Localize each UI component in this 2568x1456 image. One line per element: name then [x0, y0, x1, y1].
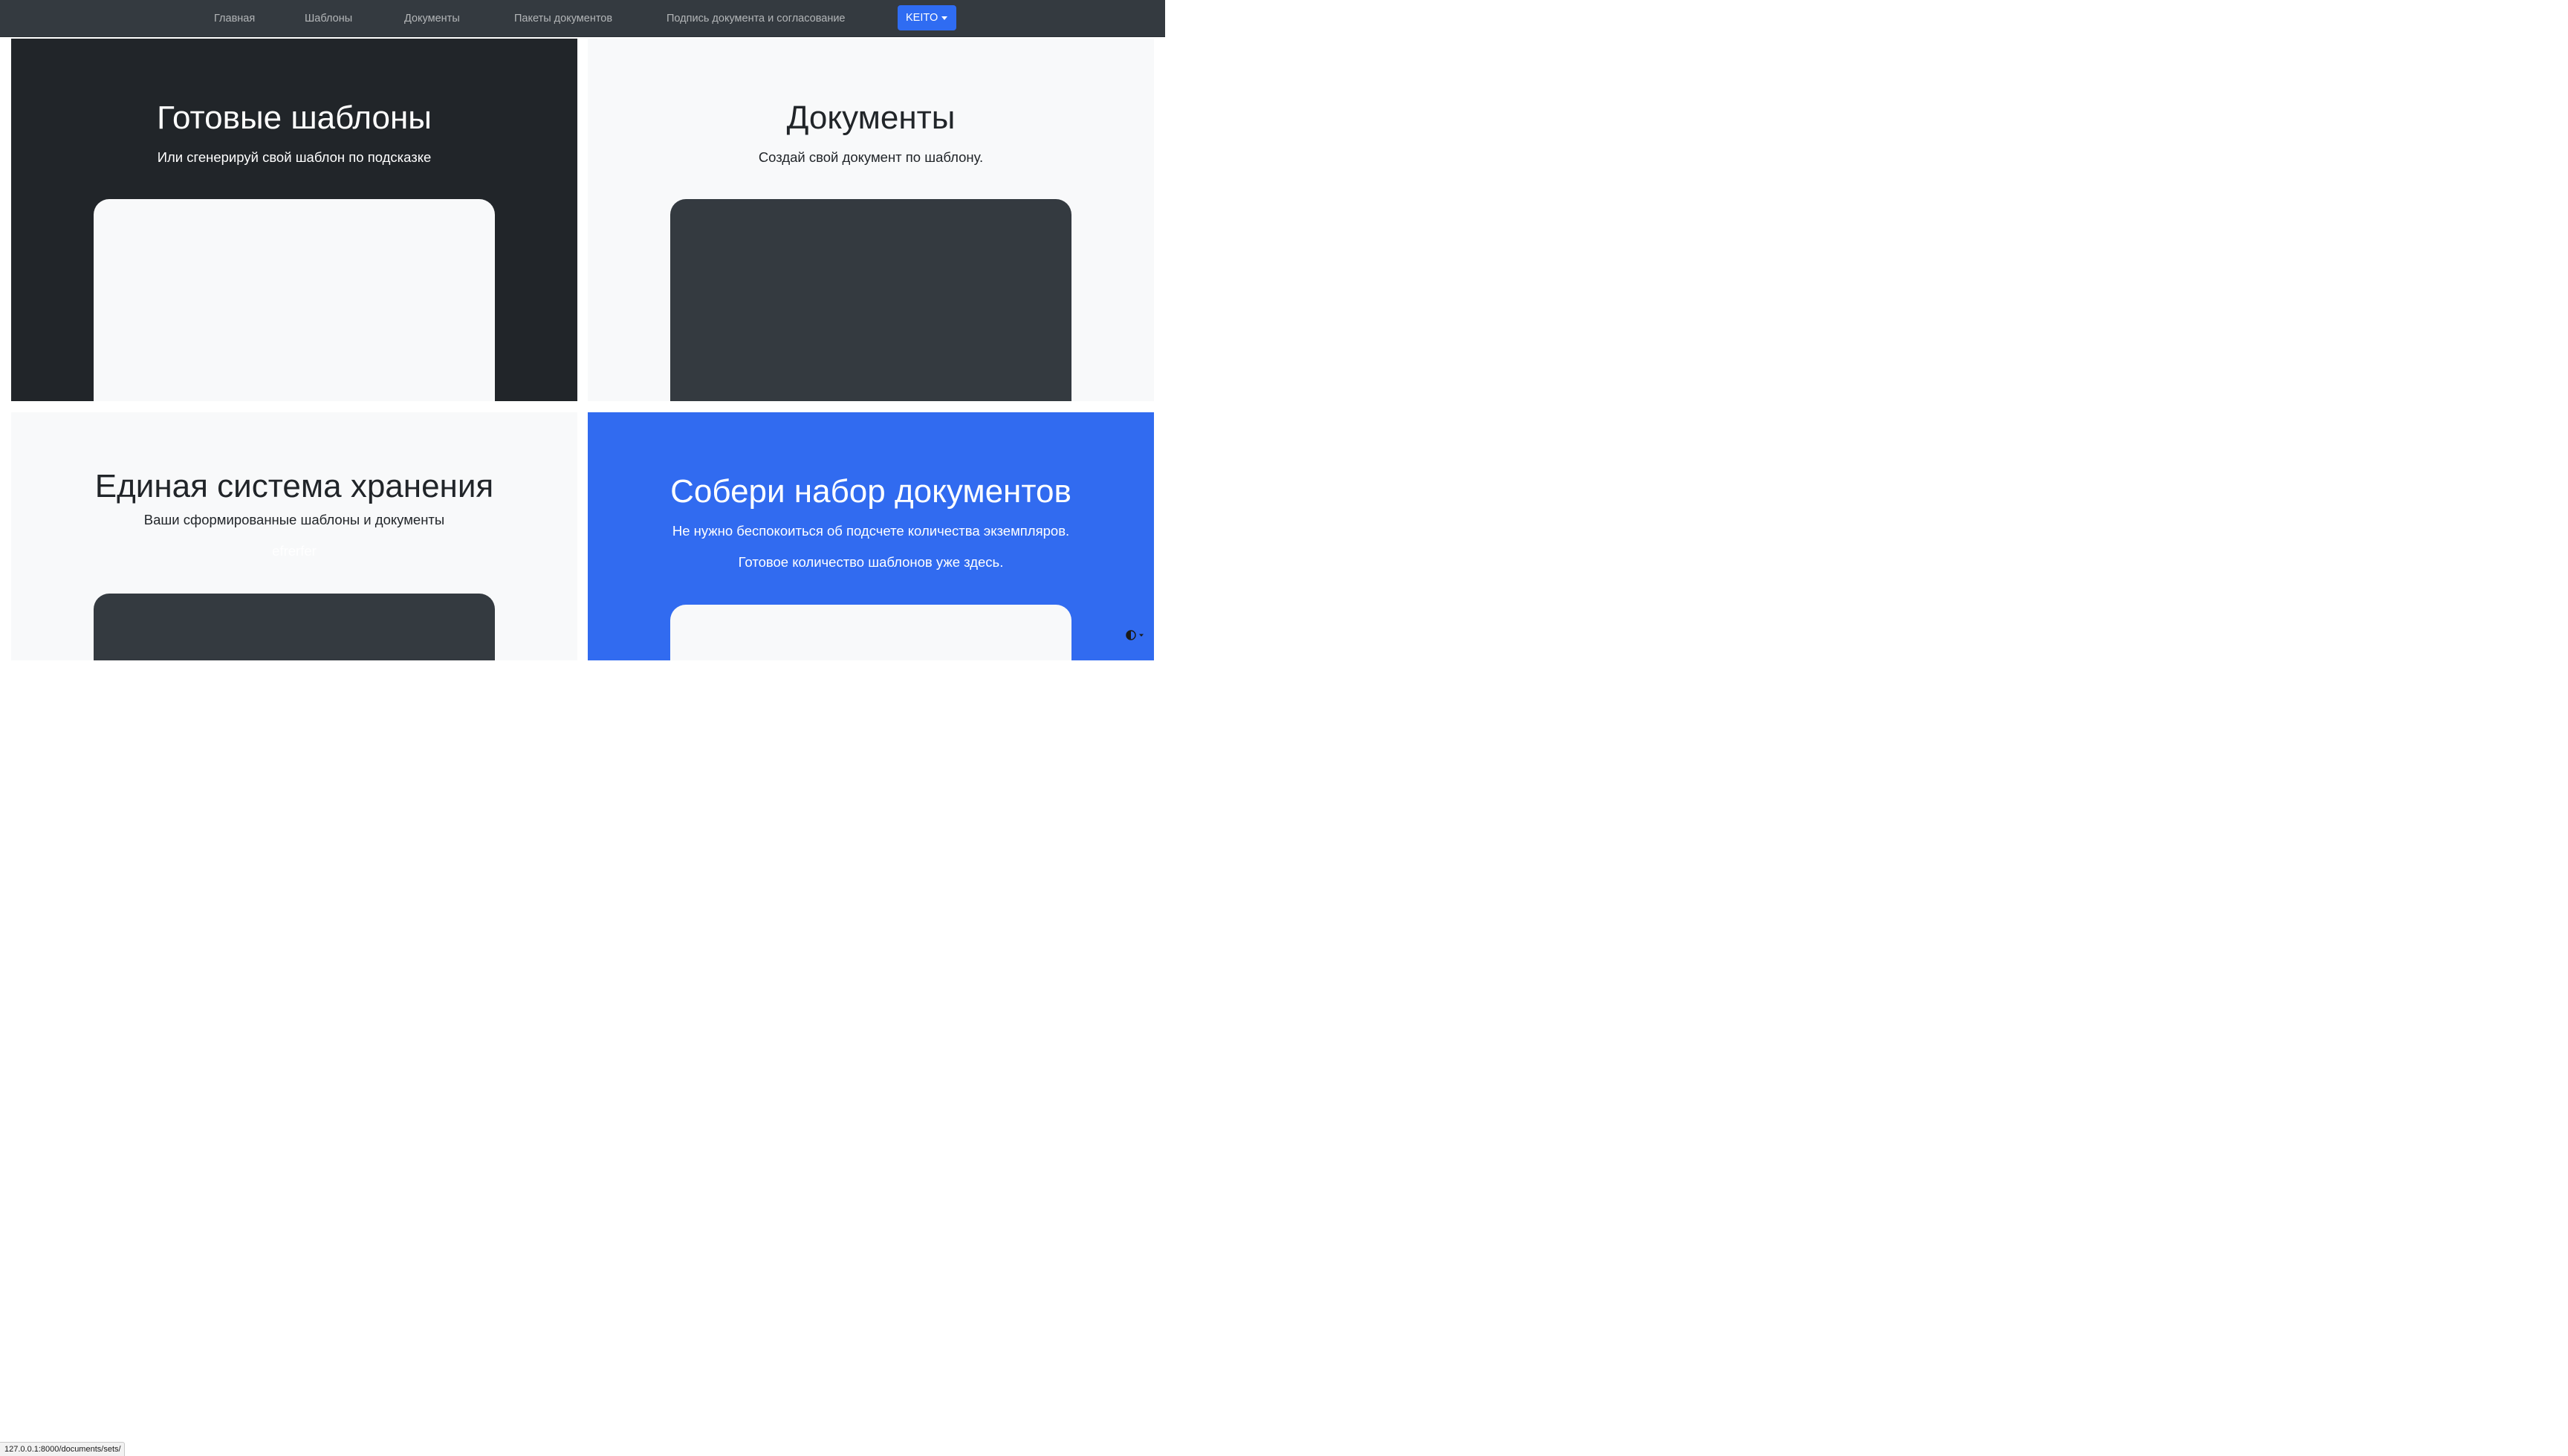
nav-link-document-packages[interactable]: Пакеты документов	[514, 0, 612, 37]
contrast-half-circle-icon	[1126, 630, 1144, 640]
nav-link-documents[interactable]: Документы	[404, 0, 460, 37]
panel-sets-title: Собери набор документов	[670, 473, 1071, 510]
user-menu-button[interactable]: KEITO	[898, 5, 956, 30]
panel-sets-preview-box	[670, 605, 1071, 660]
panel-documents-title: Документы	[786, 100, 956, 136]
panel-sets-lead-secondary: Готовое количество шаблонов уже здесь.	[738, 554, 1004, 570]
panel-documents-preview-box	[670, 199, 1071, 401]
status-bar-url: 127.0.0.1:8000/documents/sets/	[0, 1442, 125, 1456]
caret-down-icon	[941, 16, 947, 20]
panel-templates-title: Готовые шаблоны	[157, 100, 432, 136]
panel-storage-lead: Ваши сформированные шаблоны и документы	[143, 512, 445, 527]
panel-sets-lead: Не нужно беспокоиться об подсчете количе…	[672, 523, 1070, 539]
chevron-down-icon	[1139, 634, 1144, 637]
panel-sets: Собери набор документов Не нужно беспоко…	[588, 412, 1154, 660]
panel-templates: Готовые шаблоны Или сгенерируй свой шабл…	[11, 39, 577, 401]
panel-templates-preview-box	[94, 199, 495, 401]
nav-link-templates[interactable]: Шаблоны	[305, 0, 352, 37]
panel-documents: Документы Создай свой документ по шаблон…	[588, 39, 1154, 401]
top-navbar: Главная Шаблоны Документы Пакеты докумен…	[0, 0, 1165, 37]
theme-toggle-button[interactable]	[1126, 629, 1147, 641]
panel-storage: Единая система хранения Ваши сформирован…	[11, 412, 577, 660]
panel-storage-preview-box	[94, 594, 495, 660]
panel-templates-lead: Или сгенерируй свой шаблон по подсказке	[157, 149, 432, 165]
panel-storage-title: Единая система хранения	[94, 468, 494, 504]
panel-documents-lead: Создай свой документ по шаблону.	[758, 149, 984, 165]
user-menu-label: KEITO	[906, 12, 938, 24]
panel-storage-faint-text: efrerfer	[272, 543, 317, 559]
nav-link-signing-approval[interactable]: Подпись документа и согласование	[667, 0, 846, 37]
nav-link-home[interactable]: Главная	[214, 0, 255, 37]
